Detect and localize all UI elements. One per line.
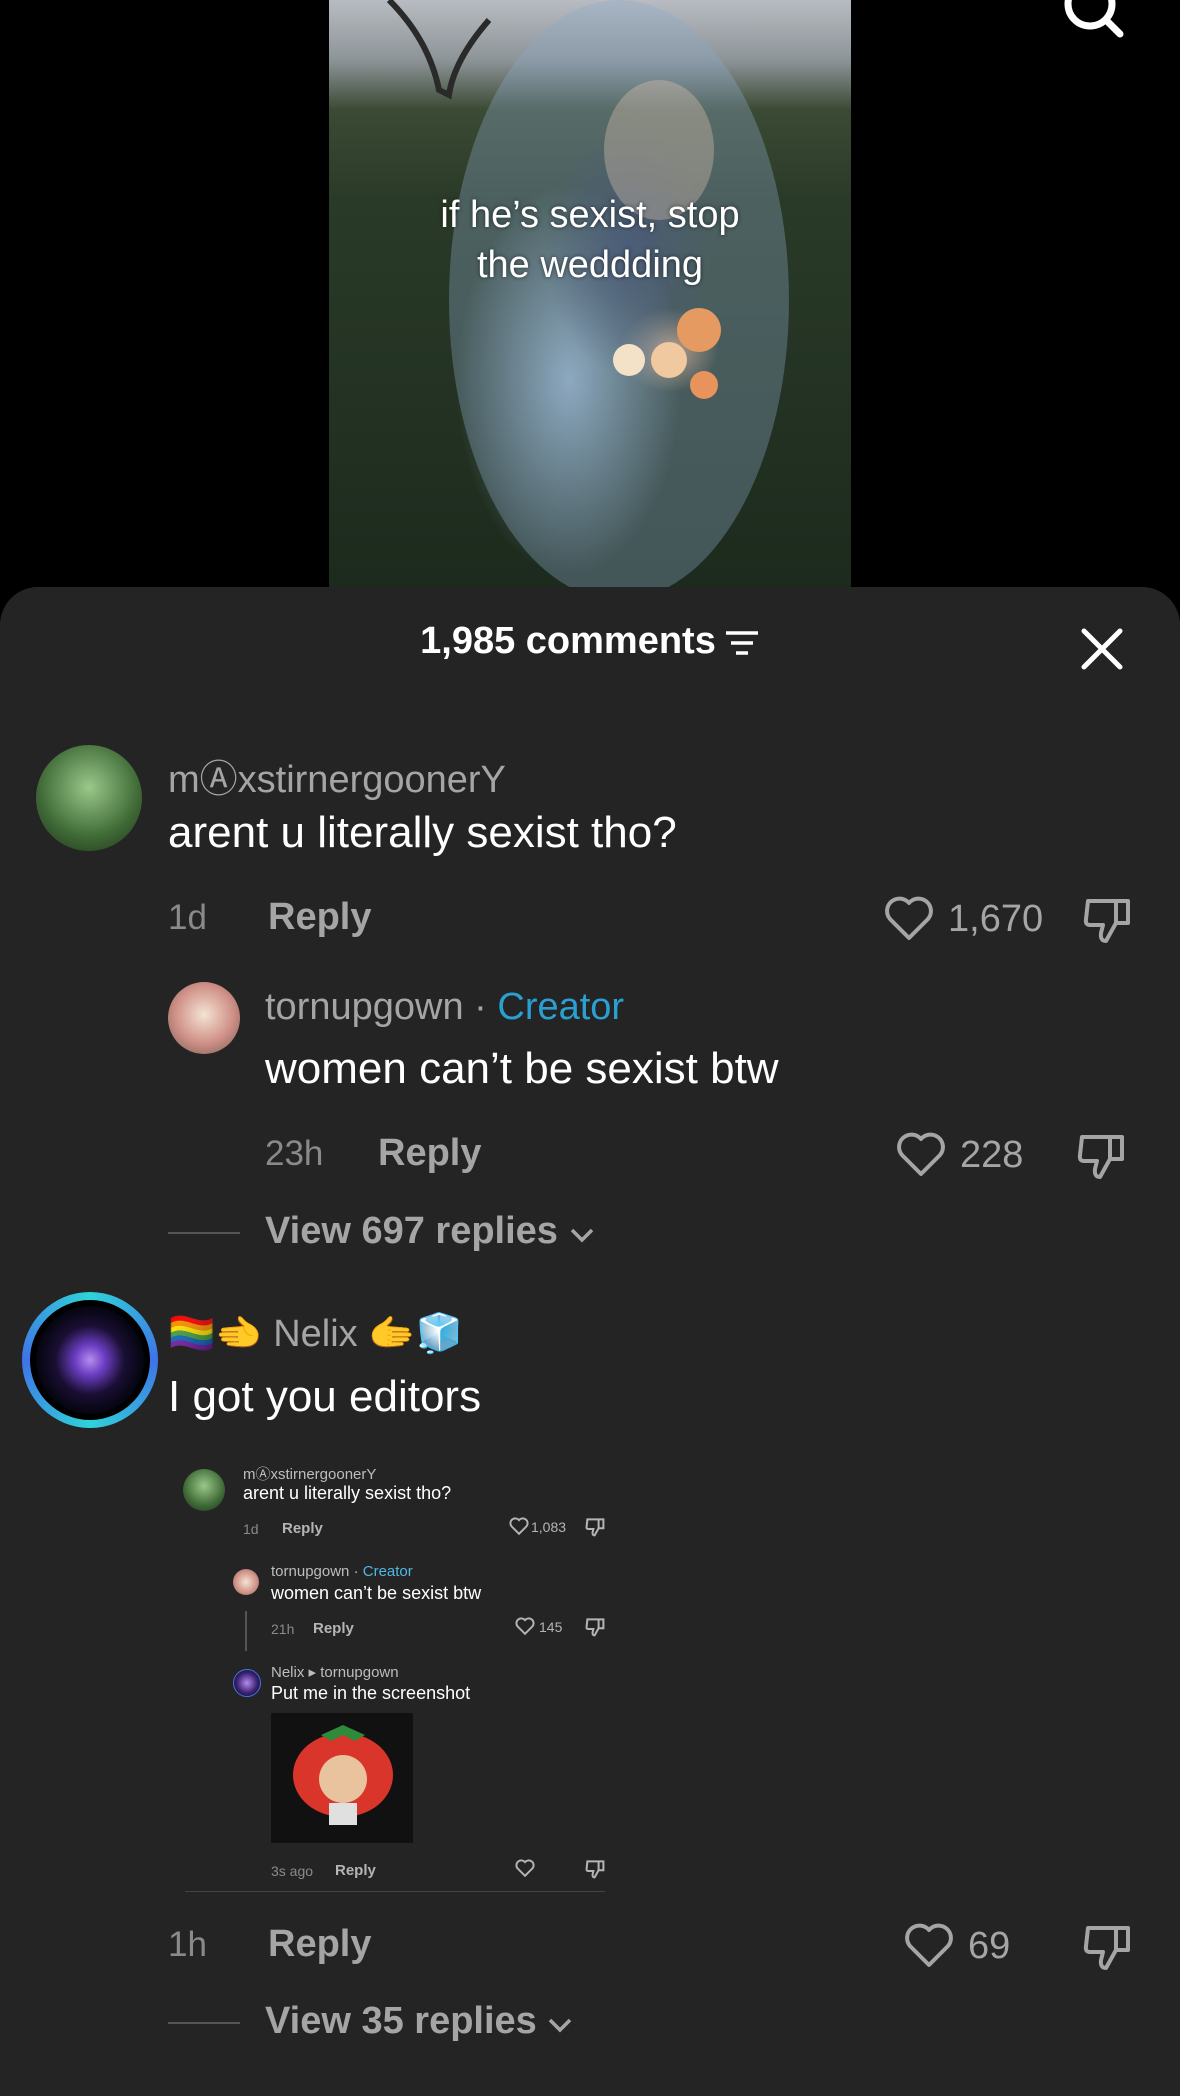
reply-time: 23h: [265, 1134, 324, 1173]
ss-time: 1d: [243, 1521, 259, 1537]
comment-username[interactable]: Nelix: [273, 1313, 357, 1355]
like-count: 1,670: [948, 898, 1044, 940]
heart-icon[interactable]: [904, 1922, 954, 1968]
avatar[interactable]: [36, 745, 142, 851]
ss-text: women can’t be sexist btw: [271, 1583, 482, 1603]
dislike-icon: [585, 1860, 605, 1879]
reply-username[interactable]: tornupgown: [265, 986, 464, 1028]
ss-reply: Reply: [335, 1862, 376, 1879]
ss-username: tornupgown: [271, 1563, 350, 1580]
heart-icon[interactable]: [884, 895, 934, 941]
avatar: [233, 1669, 261, 1697]
avatar-ring[interactable]: [22, 1292, 158, 1428]
view-replies-label: View 697 replies: [265, 1210, 558, 1252]
avatar[interactable]: [168, 982, 240, 1054]
creator-badge: Creator: [497, 986, 625, 1028]
comments-count-title: 1,985 comments: [420, 620, 716, 662]
ss-reply-to: tornupgown: [320, 1664, 399, 1681]
video-preview[interactable]: if he’s sexist, stop the weddding: [329, 0, 851, 600]
dislike-icon[interactable]: [1082, 895, 1132, 945]
avatar: [36, 1306, 144, 1414]
ss-reply: Reply: [313, 1620, 354, 1637]
dislike-icon[interactable]: [1076, 1131, 1126, 1181]
strawberry-image: [293, 1725, 393, 1825]
ss-time: 3s ago: [271, 1863, 314, 1879]
ss-creator-badge: Creator: [362, 1563, 413, 1580]
filter-icon[interactable]: [724, 629, 760, 657]
avatar: [183, 1469, 225, 1511]
username-emoji-prefix: 🏳️‍🌈🫲: [168, 1313, 263, 1355]
thread-line: [245, 1611, 247, 1651]
ss-username: Nelix: [271, 1664, 305, 1681]
comment-time: 1h: [168, 1925, 207, 1964]
view-replies-label: View 35 replies: [265, 2000, 537, 2042]
close-icon[interactable]: [1080, 627, 1124, 671]
like-count: 228: [960, 1134, 1024, 1176]
video-overlay-text: if he’s sexist, stop the weddding: [440, 194, 740, 286]
view-replies-button[interactable]: View 35 replies: [265, 2000, 573, 2043]
ss-username-line: Nelix ▸ tornupgown: [271, 1664, 399, 1681]
ss-like-count: 145: [539, 1619, 563, 1635]
ss-attached-image: [271, 1713, 413, 1843]
embedded-screenshot[interactable]: mⒶxstirnergoonerY arent u literally sexi…: [183, 1463, 608, 1893]
reply-button[interactable]: Reply: [378, 1132, 481, 1175]
comments-header: 1,985 comments: [0, 620, 1180, 663]
heart-icon: [515, 1617, 535, 1635]
separator-dot: ·: [474, 986, 487, 1028]
comment-time: 1d: [168, 898, 207, 937]
comment-username-line: 🏳️‍🌈🫲 Nelix 🫱🧊: [168, 1312, 463, 1356]
ss-text: arent u literally sexist tho?: [243, 1483, 452, 1503]
ss-like-count: 1,083: [531, 1519, 567, 1535]
ss-reply: Reply: [282, 1520, 323, 1537]
dislike-icon[interactable]: [1082, 1922, 1132, 1972]
search-icon[interactable]: [1060, 0, 1124, 46]
comment-text: arent u literally sexist tho?: [168, 808, 677, 857]
comment-text: I got you editors: [168, 1372, 482, 1421]
ss-divider: [185, 1891, 605, 1892]
heart-icon: [509, 1517, 529, 1535]
dislike-icon: [585, 1618, 605, 1637]
ss-username: mⒶxstirnergoonerY: [243, 1466, 377, 1483]
ss-username-line: tornupgown · Creator: [271, 1563, 413, 1580]
reply-button[interactable]: Reply: [268, 896, 371, 939]
thread-divider: [168, 1232, 240, 1234]
chevron-down-icon: [570, 1228, 593, 1243]
reply-username-line: tornupgown · Creator: [265, 986, 624, 1029]
comment-username[interactable]: mⒶxstirnergoonerY: [168, 748, 506, 803]
chevron-down-icon: [549, 2018, 572, 2033]
view-replies-button[interactable]: View 697 replies: [265, 1210, 595, 1253]
thread-divider: [168, 2022, 240, 2024]
like-count: 69: [968, 1925, 1011, 1967]
heart-icon[interactable]: [896, 1131, 946, 1177]
reply-text: women can’t be sexist btw: [265, 1044, 779, 1093]
ss-text: Put me in the screenshot: [271, 1683, 471, 1703]
dislike-icon: [585, 1518, 605, 1537]
avatar: [233, 1569, 259, 1595]
video-scene: [386, 0, 789, 600]
ss-time: 21h: [271, 1621, 295, 1637]
reply-button[interactable]: Reply: [268, 1923, 371, 1966]
heart-icon: [515, 1859, 535, 1877]
username-emoji-suffix: 🫱🧊: [368, 1313, 463, 1355]
